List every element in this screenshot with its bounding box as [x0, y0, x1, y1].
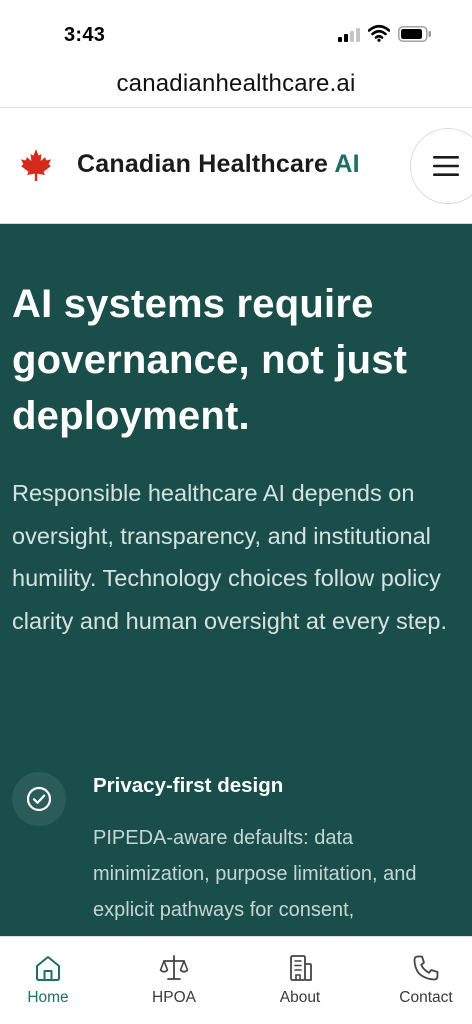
hero-section: AI systems require governance, not just …	[0, 224, 472, 936]
site-header: Canadian Healthcare AI	[0, 108, 472, 224]
phone-icon	[413, 955, 439, 981]
hero-title: AI systems require governance, not just …	[12, 282, 408, 438]
feature-title: Privacy-first design	[93, 774, 284, 797]
bottom-navigation: Home HPOA About Contact	[0, 936, 472, 1024]
status-time: 3:43	[64, 24, 106, 46]
browser-url-bar[interactable]: canadianhealthcare.ai	[0, 62, 472, 108]
building-icon	[290, 955, 312, 981]
feature-description: PIPEDA-aware defaults: data minimization…	[93, 827, 417, 921]
nav-label-about: About	[279, 989, 321, 1006]
wifi-icon	[368, 24, 390, 42]
nav-label-hpoa: HPOA	[152, 989, 196, 1006]
check-circle-icon	[26, 786, 52, 812]
status-bar: 3:43	[0, 0, 472, 62]
hero-description: Responsible healthcare AI depends on ove…	[12, 480, 447, 634]
nav-item-home[interactable]: Home	[2, 937, 94, 1024]
nav-item-hpoa[interactable]: HPOA	[128, 937, 220, 1024]
nav-label-contact: Contact	[399, 989, 453, 1006]
brand-name-main: Canadian Healthcare	[77, 150, 335, 178]
nav-label-home: Home	[27, 989, 69, 1006]
cellular-signal-icon	[338, 28, 360, 42]
home-icon	[36, 956, 60, 981]
nav-item-contact[interactable]: Contact	[380, 937, 472, 1024]
menu-button[interactable]	[410, 128, 472, 204]
battery-icon	[398, 26, 431, 42]
url-text[interactable]: canadianhealthcare.ai	[116, 70, 355, 97]
hamburger-menu-icon	[433, 156, 459, 176]
maple-leaf-icon[interactable]	[20, 148, 52, 182]
nav-item-about[interactable]: About	[254, 937, 346, 1024]
brand-name[interactable]: Canadian Healthcare AI	[77, 150, 360, 179]
scale-icon	[159, 955, 189, 980]
feature-icon-badge	[12, 772, 66, 826]
brand-name-accent: AI	[334, 150, 360, 178]
